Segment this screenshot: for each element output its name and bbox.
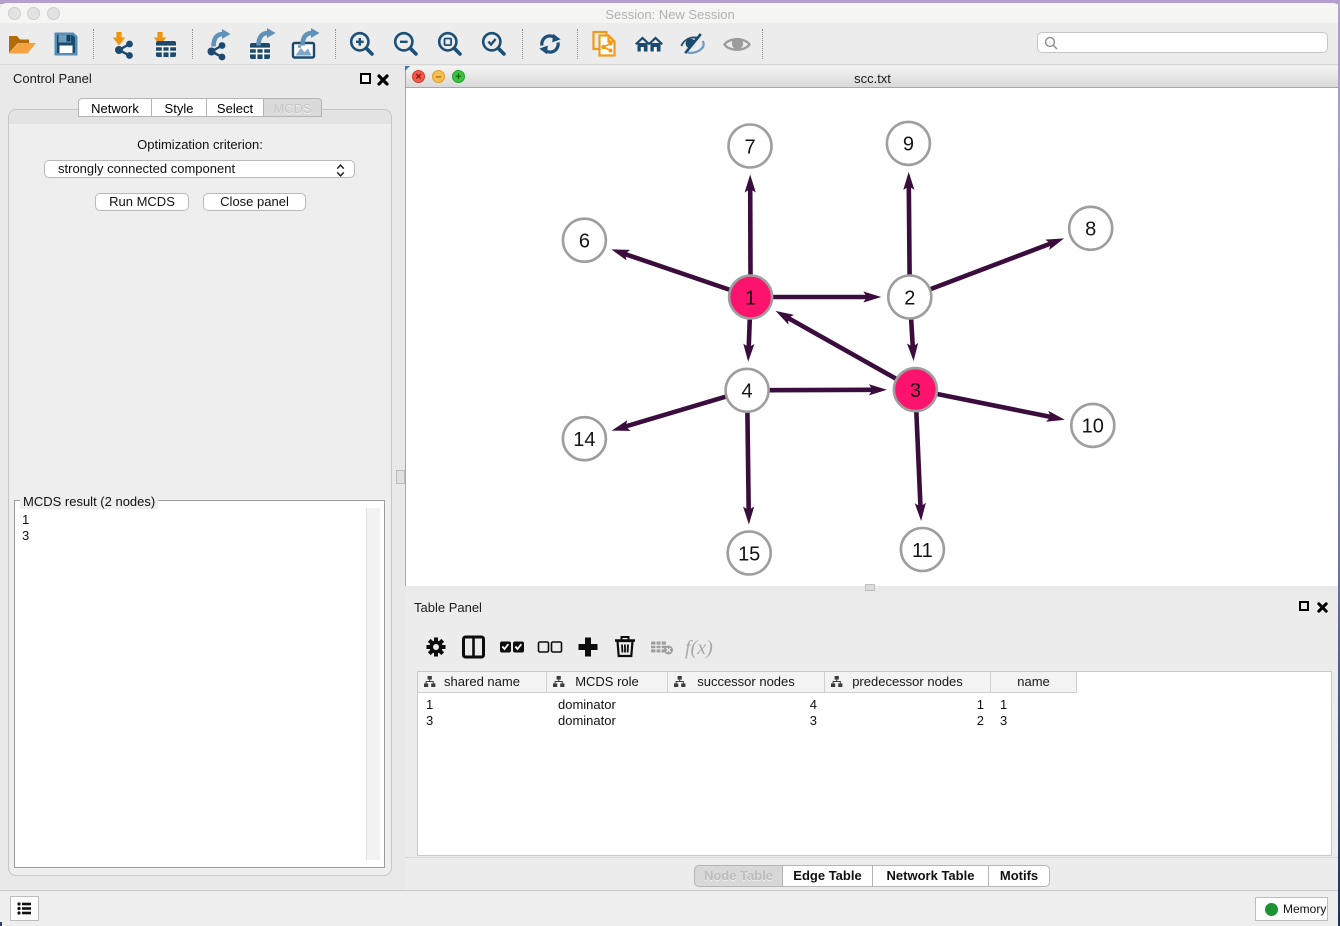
svg-text:3: 3 [910, 380, 921, 402]
svg-text:14: 14 [573, 429, 595, 451]
svg-text:7: 7 [744, 136, 755, 158]
svg-text:2: 2 [904, 287, 915, 309]
svg-text:9: 9 [903, 134, 914, 156]
svg-text:8: 8 [1085, 219, 1096, 241]
svg-text:4: 4 [742, 381, 753, 403]
svg-text:f(x): f(x) [685, 637, 713, 659]
svg-text:6: 6 [579, 231, 590, 253]
svg-text:11: 11 [912, 540, 933, 562]
svg-text:1: 1 [745, 287, 756, 309]
svg-text:15: 15 [738, 543, 760, 565]
svg-text:10: 10 [1082, 416, 1104, 438]
